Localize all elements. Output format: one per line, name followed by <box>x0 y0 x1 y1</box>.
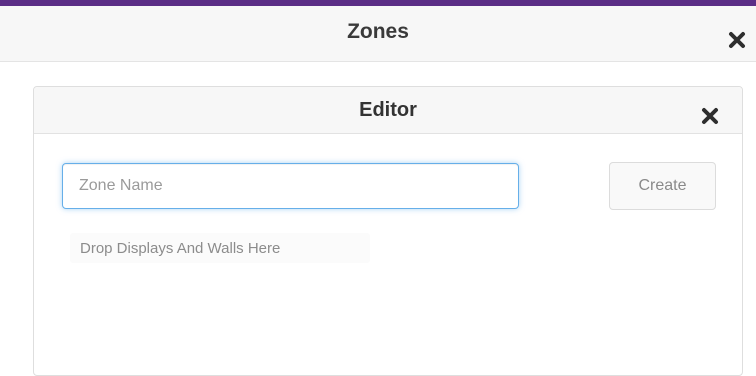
editor-title: Editor <box>359 99 417 121</box>
zones-header: Zones <box>0 6 756 62</box>
close-icon[interactable] <box>725 28 749 52</box>
drop-zone[interactable]: Drop Displays And Walls Here <box>70 233 370 263</box>
editor-panel: Editor Create Drop Displays And Walls He… <box>33 86 743 376</box>
create-button[interactable]: Create <box>609 162 716 210</box>
zones-title: Zones <box>347 20 409 43</box>
drop-zone-label: Drop Displays And Walls Here <box>80 239 281 257</box>
editor-header: Editor <box>34 87 742 134</box>
zone-name-input[interactable] <box>62 163 519 209</box>
close-icon[interactable] <box>698 104 722 128</box>
